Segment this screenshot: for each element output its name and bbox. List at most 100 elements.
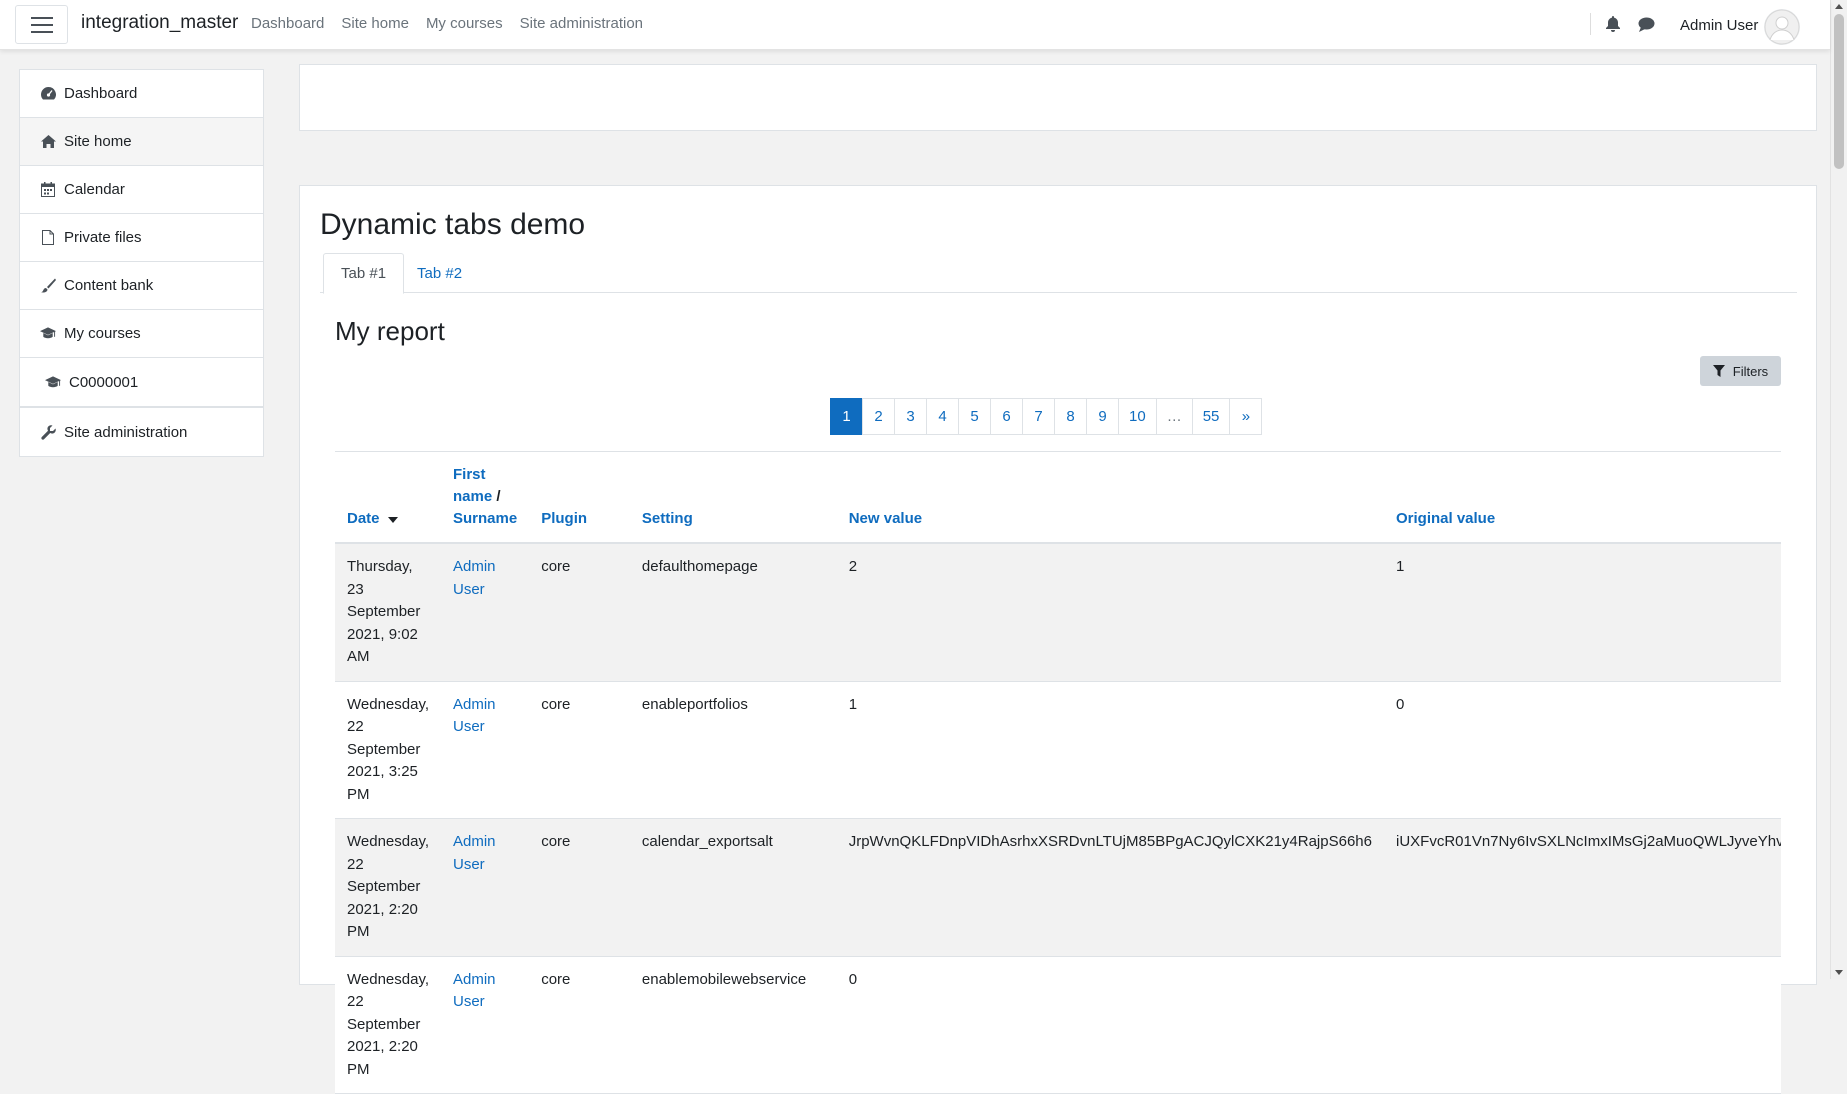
column-header-name: First name / Surname bbox=[441, 451, 530, 544]
cell-original-value: 0 bbox=[1383, 681, 1781, 819]
notification-bell-icon[interactable] bbox=[1606, 16, 1620, 32]
cell-original-value: 1 bbox=[1383, 543, 1781, 682]
user-link[interactable]: Admin User bbox=[453, 971, 496, 1011]
page-6-button[interactable]: 6 bbox=[990, 398, 1023, 435]
graduation-cap-icon bbox=[45, 374, 61, 390]
page-5-button[interactable]: 5 bbox=[958, 398, 991, 435]
cell-new-value: 1 bbox=[836, 681, 1384, 819]
sort-by-surname[interactable]: Surname bbox=[453, 510, 517, 527]
drawer-admin-group: Site administration bbox=[19, 407, 264, 457]
menu-toggle-button[interactable] bbox=[15, 5, 68, 44]
tab-list: Tab #1 Tab #2 bbox=[320, 253, 1797, 294]
brush-icon bbox=[40, 278, 56, 294]
cell-date: Wednesday, 22 September 2021, 2:20 PM bbox=[335, 818, 441, 957]
messages-icon[interactable] bbox=[1638, 17, 1655, 32]
cell-plugin: core bbox=[529, 818, 630, 957]
user-link[interactable]: Admin User bbox=[453, 558, 496, 598]
drawer-item-my-courses[interactable]: My courses bbox=[20, 310, 263, 358]
top-navbar: integration_master Dashboard Site home M… bbox=[0, 0, 1830, 50]
drawer-item-label: Calendar bbox=[64, 181, 125, 198]
drawer-item-course-c0000001[interactable]: C0000001 bbox=[20, 358, 263, 406]
page-title: Dynamic tabs demo bbox=[320, 208, 586, 241]
column-header-new-value[interactable]: New value bbox=[836, 451, 1384, 544]
cell-new-value: 2 bbox=[836, 543, 1384, 682]
table-row: Wednesday, 22 September 2021, 2:20 PM Ad… bbox=[335, 818, 1781, 957]
table-row: Wednesday, 22 September 2021, 2:20 PM Ad… bbox=[335, 956, 1781, 1094]
table-row: Wednesday, 22 September 2021, 3:25 PM Ad… bbox=[335, 681, 1781, 819]
left-drawer: Dashboard Site home Calendar Private fil… bbox=[0, 50, 284, 979]
site-brand[interactable]: integration_master bbox=[81, 12, 238, 34]
column-header-original-value[interactable]: Original value bbox=[1383, 451, 1781, 544]
scroll-down-icon[interactable] bbox=[1835, 970, 1843, 975]
avatar[interactable] bbox=[1764, 9, 1800, 45]
cell-original-value: iUXFvcR01Vn7Ny6IvSXLNcImxIMsGj2aMuoQWLJy… bbox=[1383, 818, 1781, 957]
user-link[interactable]: Admin User bbox=[453, 696, 496, 736]
column-header-date[interactable]: Date bbox=[335, 451, 441, 544]
drawer-item-dashboard[interactable]: Dashboard bbox=[20, 70, 263, 118]
user-name[interactable]: Admin User bbox=[1680, 17, 1758, 34]
report-table: Date First name / Surname Plugin Setting… bbox=[335, 451, 1781, 1094]
nav-link-dashboard[interactable]: Dashboard bbox=[251, 15, 324, 32]
calendar-icon bbox=[40, 182, 56, 198]
drawer-nav-group: Dashboard Site home Calendar Private fil… bbox=[19, 69, 264, 407]
page-55-button[interactable]: 55 bbox=[1191, 398, 1231, 435]
user-avatar-icon bbox=[1764, 9, 1800, 45]
filter-icon bbox=[1712, 365, 1725, 377]
report-title: My report bbox=[335, 316, 445, 346]
cell-setting: defaulthomepage bbox=[629, 543, 837, 682]
cell-setting: enablemobilewebservice bbox=[629, 956, 837, 1094]
cell-date: Wednesday, 22 September 2021, 2:20 PM bbox=[335, 956, 441, 1094]
drawer-item-calendar[interactable]: Calendar bbox=[20, 166, 263, 214]
page-scrollbar[interactable] bbox=[1830, 0, 1847, 979]
sort-desc-icon bbox=[387, 517, 398, 523]
page-2-button[interactable]: 2 bbox=[862, 398, 895, 435]
drawer-item-label: Dashboard bbox=[64, 85, 138, 102]
drawer-item-content-bank[interactable]: Content bank bbox=[20, 262, 263, 310]
cell-setting: enableportfolios bbox=[629, 681, 837, 819]
nav-link-site-home[interactable]: Site home bbox=[341, 15, 409, 32]
tab-2[interactable]: Tab #2 bbox=[400, 253, 479, 294]
primary-nav: Dashboard Site home My courses Site admi… bbox=[251, 15, 643, 32]
sort-by-first-name[interactable]: First name bbox=[453, 466, 492, 505]
cell-plugin: core bbox=[529, 681, 630, 819]
page-3-button[interactable]: 3 bbox=[894, 398, 927, 435]
drawer-item-label: Site home bbox=[64, 133, 132, 150]
scroll-up-icon[interactable] bbox=[1835, 4, 1843, 9]
drawer-item-site-home[interactable]: Site home bbox=[20, 118, 263, 166]
page-1-button[interactable]: 1 bbox=[830, 398, 863, 435]
page-header-region bbox=[299, 64, 1817, 131]
drawer-item-label: Content bank bbox=[64, 277, 154, 294]
file-icon bbox=[40, 230, 56, 246]
main-region: Dynamic tabs demo Tab #1 Tab #2 My repor… bbox=[299, 185, 1817, 1094]
drawer-item-label: C0000001 bbox=[69, 373, 139, 391]
user-nav: Admin User bbox=[1590, 0, 1830, 50]
column-header-setting[interactable]: Setting bbox=[629, 451, 837, 544]
tab-1[interactable]: Tab #1 bbox=[323, 253, 405, 294]
nav-link-site-administration[interactable]: Site administration bbox=[520, 15, 643, 32]
hamburger-icon bbox=[30, 16, 53, 33]
page-4-button[interactable]: 4 bbox=[926, 398, 959, 435]
cell-new-value: JrpWvnQKLFDnpVIDhAsrhxXSRDvnLTUjM85BPgAC… bbox=[836, 818, 1384, 957]
wrench-icon bbox=[40, 424, 56, 440]
next-page-button[interactable]: » bbox=[1229, 398, 1263, 435]
cell-setting: calendar_exportsalt bbox=[629, 818, 837, 957]
scroll-thumb[interactable] bbox=[1834, 14, 1844, 169]
home-icon bbox=[40, 134, 56, 150]
cell-new-value: 0 bbox=[836, 956, 1384, 1094]
drawer-item-label: My courses bbox=[64, 325, 141, 342]
filters-button[interactable]: Filters bbox=[1700, 356, 1781, 386]
user-link[interactable]: Admin User bbox=[453, 833, 496, 873]
cell-date: Wednesday, 22 September 2021, 3:25 PM bbox=[335, 681, 441, 819]
table-header-row: Date First name / Surname Plugin Setting… bbox=[335, 451, 1781, 544]
table-row: Thursday, 23 September 2021, 9:02 AM Adm… bbox=[335, 543, 1781, 682]
nav-link-my-courses[interactable]: My courses bbox=[426, 15, 503, 32]
drawer-item-label: Site administration bbox=[64, 423, 188, 441]
drawer-item-site-administration[interactable]: Site administration bbox=[20, 408, 263, 456]
page-9-button[interactable]: 9 bbox=[1086, 398, 1119, 435]
page-10-button[interactable]: 10 bbox=[1118, 398, 1157, 435]
page-7-button[interactable]: 7 bbox=[1022, 398, 1055, 435]
column-header-plugin[interactable]: Plugin bbox=[529, 451, 630, 544]
drawer-item-label: Private files bbox=[64, 229, 142, 246]
drawer-item-private-files[interactable]: Private files bbox=[20, 214, 263, 262]
page-8-button[interactable]: 8 bbox=[1054, 398, 1087, 435]
